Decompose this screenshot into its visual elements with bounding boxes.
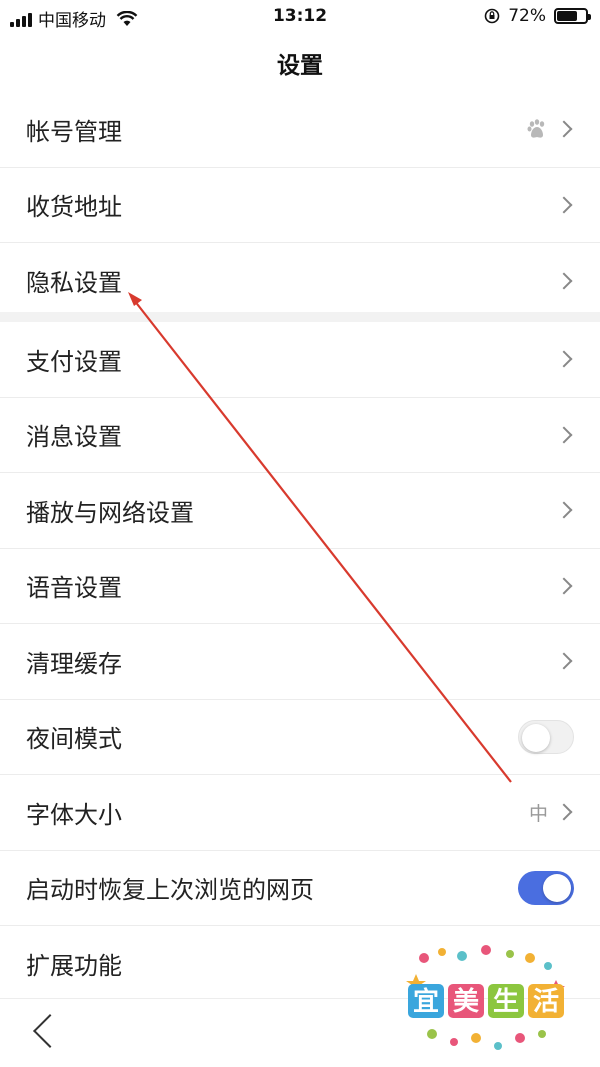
settings-section-general: 支付设置 消息设置 播放与网络设置 语音设置 清理缓存 夜间模式 字体大小 中 … <box>0 322 600 1002</box>
settings-item-font-size[interactable]: 字体大小 中 <box>0 775 600 851</box>
row-accessory <box>555 272 574 290</box>
settings-item-label: 收货地址 <box>26 193 122 222</box>
settings-item-label: 清理缓存 <box>26 649 122 678</box>
status-right: 72% <box>484 6 591 26</box>
settings-item-privacy[interactable]: 隐私设置 <box>0 243 600 319</box>
row-accessory <box>518 870 574 905</box>
row-accessory <box>526 118 574 140</box>
settings-item-night-mode: 夜间模式 <box>0 700 600 775</box>
row-accessory: 中 <box>529 799 574 826</box>
chevron-right-icon <box>555 272 573 290</box>
chevron-right-icon <box>555 350 573 368</box>
settings-item-address[interactable]: 收货地址 <box>0 168 600 243</box>
row-accessory <box>555 350 574 368</box>
battery-icon <box>554 8 591 24</box>
chevron-right-icon <box>555 652 573 670</box>
rotation-lock-icon <box>484 8 500 24</box>
settings-item-label: 字体大小 <box>26 800 122 829</box>
watermark-logo: 宜 美 生 活 <box>406 945 565 1050</box>
chevron-right-icon <box>555 803 573 821</box>
settings-item-payment[interactable]: 支付设置 <box>0 322 600 398</box>
toggle-knob <box>543 873 571 902</box>
chevron-right-icon <box>555 196 573 214</box>
chevron-right-icon <box>555 577 573 595</box>
toggle-knob <box>522 723 550 752</box>
night-mode-toggle[interactable] <box>518 719 574 754</box>
battery-percent: 72% <box>508 6 546 26</box>
settings-item-voice[interactable]: 语音设置 <box>0 549 600 624</box>
section-divider <box>0 312 600 322</box>
chevron-right-icon <box>555 501 573 519</box>
settings-item-playback-network[interactable]: 播放与网络设置 <box>0 473 600 549</box>
status-bar: 中国移动 13:12 72% <box>0 0 600 34</box>
row-accessory <box>555 426 574 444</box>
font-size-value: 中 <box>528 802 548 825</box>
row-accessory <box>555 501 574 519</box>
settings-item-label: 支付设置 <box>26 347 122 376</box>
settings-item-restore-pages: 启动时恢复上次浏览的网页 <box>0 851 600 926</box>
row-accessory <box>555 577 574 595</box>
settings-item-label: 帐号管理 <box>26 117 122 146</box>
chevron-right-icon <box>555 426 573 444</box>
row-accessory <box>518 719 574 754</box>
battery-level <box>557 11 578 21</box>
settings-item-account[interactable]: 帐号管理 <box>0 92 600 168</box>
settings-item-messages[interactable]: 消息设置 <box>0 398 600 473</box>
settings-item-label: 启动时恢复上次浏览的网页 <box>26 876 314 905</box>
settings-item-label: 夜间模式 <box>26 725 122 754</box>
page-title: 设置 <box>277 53 323 79</box>
settings-section-account: 帐号管理 收货地址 隐私设置 <box>0 92 600 319</box>
settings-item-label: 播放与网络设置 <box>26 498 194 527</box>
settings-item-clear-cache[interactable]: 清理缓存 <box>0 624 600 700</box>
chevron-right-icon <box>555 120 573 138</box>
svg-text:活: 活 <box>533 987 559 1017</box>
settings-item-label: 隐私设置 <box>26 269 122 298</box>
settings-item-label: 消息设置 <box>26 423 122 452</box>
svg-text:美: 美 <box>453 986 479 1017</box>
svg-text:宜: 宜 <box>413 986 439 1017</box>
restore-pages-toggle[interactable] <box>518 870 574 905</box>
row-accessory <box>555 196 574 214</box>
settings-item-label: 语音设置 <box>26 574 122 603</box>
svg-text:生: 生 <box>493 987 519 1017</box>
chevron-left-icon[interactable] <box>33 1014 67 1048</box>
row-accessory <box>555 652 574 670</box>
baidu-paw-icon <box>527 119 545 138</box>
